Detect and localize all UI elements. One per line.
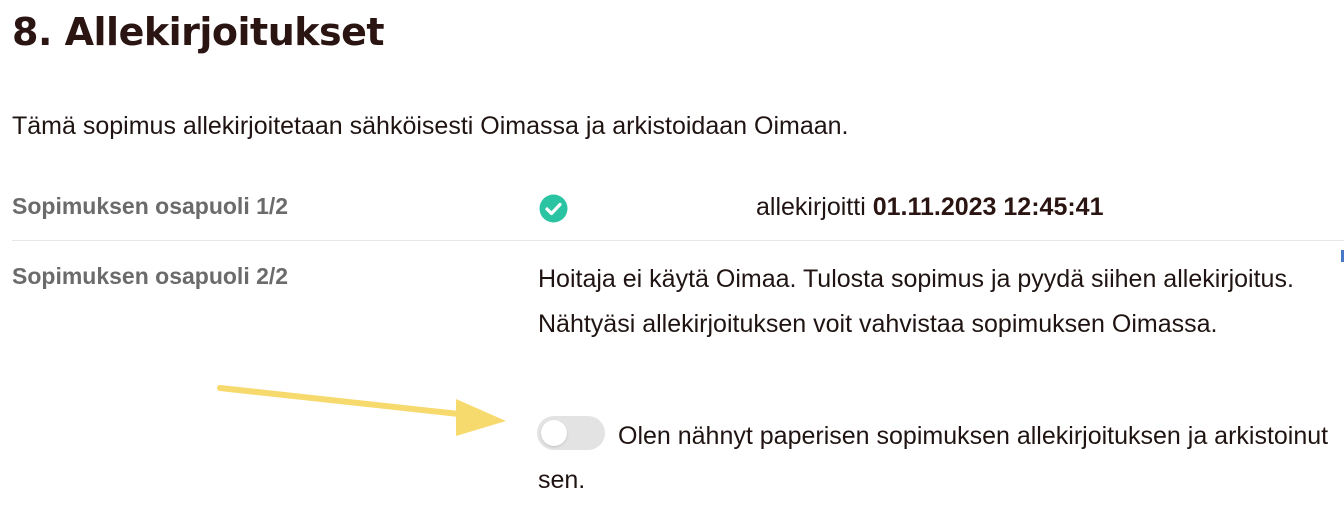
paper-signature-confirm-label[interactable]: Olen nähnyt paperisen sopimuksen allekir… <box>538 414 1338 502</box>
party-1-label: Sopimuksen osapuoli 1/2 <box>12 193 289 219</box>
toggle-knob <box>541 420 567 446</box>
section-title: 8. Allekirjoitukset <box>12 10 385 54</box>
signed-datetime: 01.11.2023 12:45:41 <box>872 193 1104 221</box>
yellow-arrow-annotation <box>217 385 506 436</box>
signature-intro-text: Tämä sopimus allekirjoitetaan sähköisest… <box>12 112 849 140</box>
party-2-info-text: Hoitaja ei käytä Oimaa. Tulosta sopimus … <box>538 265 1294 338</box>
row-divider <box>12 240 1344 241</box>
signed-prefix: allekirjoitti <box>756 193 866 221</box>
party-2-label: Sopimuksen osapuoli 2/2 <box>12 263 289 289</box>
check-circle-icon <box>539 194 568 223</box>
party-1-signed-status: allekirjoitti 01.11.2023 12:45:41 <box>756 193 1103 222</box>
paper-signature-toggle[interactable] <box>537 416 605 450</box>
